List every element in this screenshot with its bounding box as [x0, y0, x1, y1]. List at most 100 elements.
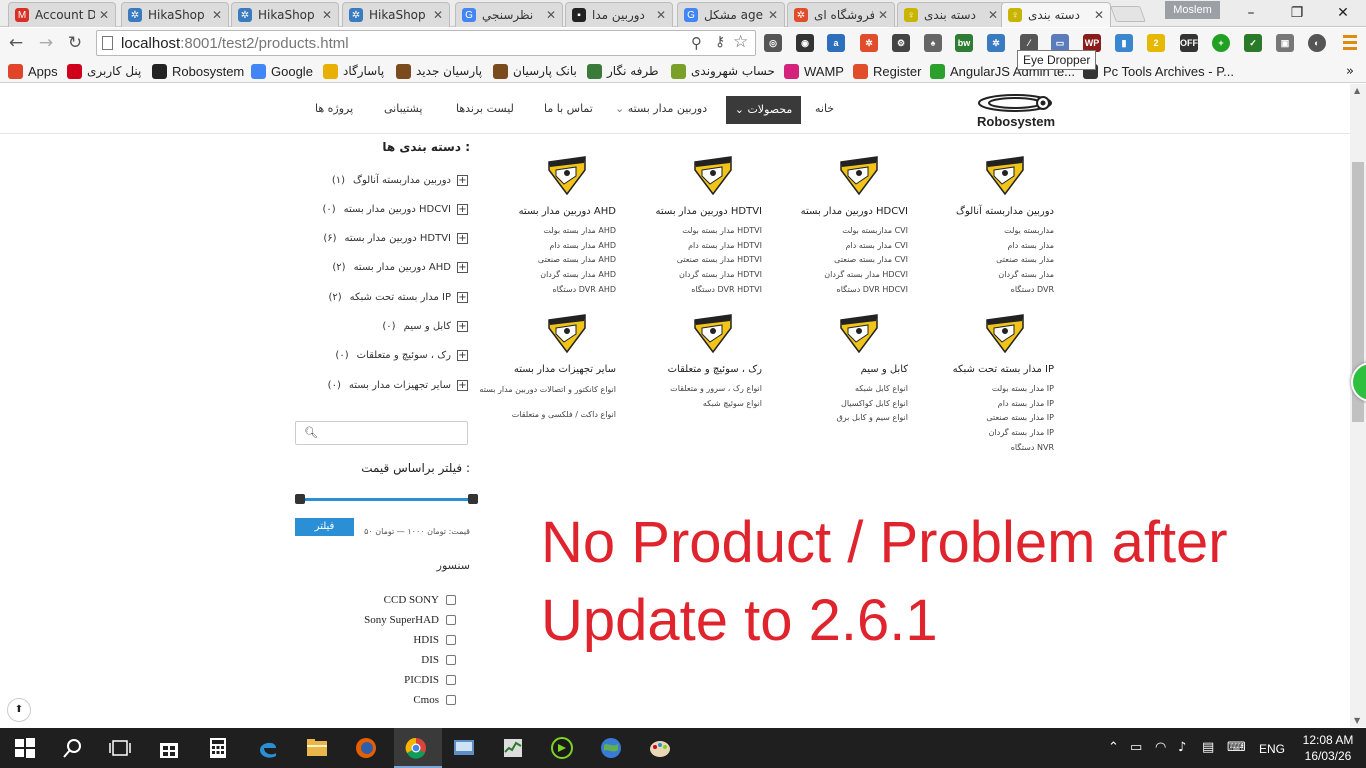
subcategory-link[interactable]: دستگاه NVR: [904, 443, 1054, 452]
close-icon[interactable]: ✕: [656, 8, 666, 22]
minimize-icon[interactable]: –: [1228, 0, 1274, 26]
sensor-option[interactable]: HDIS: [330, 632, 456, 648]
sensor-option[interactable]: Cmos: [330, 692, 456, 708]
chrome-icon[interactable]: [404, 736, 428, 760]
subcategory-link[interactable]: مدار بسته صنعتی IP: [904, 413, 1054, 422]
task-view-icon[interactable]: [108, 736, 132, 760]
network-globe-icon[interactable]: [599, 736, 623, 760]
close-icon[interactable]: ✕: [322, 8, 332, 22]
subcategory-link[interactable]: مدار بسته گردان IP: [904, 428, 1054, 437]
browser-tab[interactable]: ✲ HikaShop - ✕: [121, 2, 229, 27]
search-input[interactable]: 🔍︎: [295, 421, 468, 445]
extension-check-icon[interactable]: ✓: [1244, 34, 1262, 52]
sensor-option[interactable]: DIS: [330, 652, 456, 668]
green-app-icon[interactable]: [550, 736, 574, 760]
close-icon[interactable]: ✕: [546, 8, 556, 22]
keyboard-icon[interactable]: ⌨: [1227, 740, 1246, 755]
camera-mascot-icon[interactable]: [984, 312, 1026, 354]
sidebar-category[interactable]: (۶) دوربین مدار بسته HDTVI +: [300, 231, 468, 247]
new-tab-button[interactable]: [1110, 6, 1146, 22]
address-bar[interactable]: localhost:8001/test2/products.html ⚲ ⚷ ☆: [96, 30, 756, 56]
back-arrow-icon[interactable]: ←: [4, 32, 28, 54]
scroll-up-icon[interactable]: ▲: [1354, 86, 1360, 95]
subcategory-link[interactable]: مدار بسته دام CVI: [758, 241, 908, 250]
subcategory-link[interactable]: مدار بسته گردان: [904, 270, 1054, 279]
subcategory-link[interactable]: انواع سوئیچ شبکه: [612, 399, 762, 408]
extension-camera-icon[interactable]: ◉: [796, 34, 814, 52]
browser-tab[interactable]: G مشكل age ✕: [677, 2, 785, 27]
wifi-icon[interactable]: ◠: [1155, 740, 1166, 755]
bookmark-item[interactable]: پارسیان جدید: [396, 61, 482, 81]
bookmark-item[interactable]: Robosystem: [152, 61, 244, 81]
tray-battery-icon[interactable]: ▭: [1130, 740, 1142, 755]
sensor-checkbox[interactable]: [446, 595, 456, 605]
subcategory-link[interactable]: مدار بسته دام: [904, 241, 1054, 250]
expand-plus-icon[interactable]: +: [457, 350, 468, 362]
sensor-checkbox[interactable]: [446, 695, 456, 705]
subcategory-link[interactable]: مدار بسته گردان HDCVI: [758, 270, 908, 279]
sidebar-category[interactable]: (۰) سایر تجهیزات مدار بسته +: [300, 377, 468, 393]
extension-film-icon[interactable]: ◎: [764, 34, 782, 52]
subcategory-link[interactable]: مدار بسته صنعتی AHD: [466, 255, 616, 264]
key-icon[interactable]: ⚷: [715, 34, 725, 50]
subcategory-link[interactable]: مدار بسته صنعتی HDTVI: [612, 255, 762, 264]
subcategory-link[interactable]: مداربسته بولت CVI: [758, 226, 908, 235]
sensor-checkbox[interactable]: [446, 675, 456, 685]
extension-chart-icon[interactable]: ▮: [1115, 34, 1133, 52]
url-text[interactable]: localhost:8001/test2/products.html: [121, 35, 349, 52]
extension-bw-icon[interactable]: bw: [955, 34, 973, 52]
subcategory-link[interactable]: انواع رک ، سرور و متعلقات: [612, 384, 762, 393]
browser-tab[interactable]: G نظرسنجي ✕: [455, 2, 563, 27]
subcategory-link[interactable]: مدار بسته بولت HDTVI: [612, 226, 762, 235]
extension-gear-icon[interactable]: ⚙: [892, 34, 910, 52]
calculator-icon[interactable]: [206, 736, 230, 760]
extension-amazon-icon[interactable]: a: [827, 34, 845, 52]
sensor-option[interactable]: CCD SONY: [330, 592, 456, 608]
close-icon[interactable]: ✕: [988, 8, 998, 22]
zoom-icon[interactable]: ⚲: [691, 34, 702, 52]
subcategory-link[interactable]: مدار بسته صنعتی: [904, 255, 1054, 264]
sensor-option[interactable]: PICDIS: [330, 672, 456, 688]
volume-icon[interactable]: ♪: [1178, 740, 1186, 755]
reload-icon[interactable]: ↻: [63, 32, 87, 54]
nav-brands[interactable]: لیست برندها: [456, 102, 514, 115]
bookmark-item[interactable]: طرفه نگار: [587, 61, 659, 81]
close-icon[interactable]: ✕: [433, 8, 443, 22]
tab-active[interactable]: ♀ دسته بندی ✕: [1001, 2, 1111, 27]
subcategory-link[interactable]: مدار بسته بولت IP: [904, 384, 1054, 393]
expand-plus-icon[interactable]: +: [457, 174, 468, 186]
nav-cctv[interactable]: ⌄ دوربین مدار بسته: [615, 102, 707, 115]
windows-start-icon[interactable]: [13, 736, 37, 760]
subcategory-link[interactable]: انواع کابل شبکه: [758, 384, 908, 393]
extension-plus-icon[interactable]: +: [1212, 34, 1230, 52]
nav-support[interactable]: پشتیبانی: [384, 102, 422, 115]
sensor-checkbox[interactable]: [446, 655, 456, 665]
input-language[interactable]: ENG: [1259, 742, 1285, 756]
sidebar-category[interactable]: (۲) دوربین مدار بسته AHD +: [300, 260, 468, 276]
browser-tab[interactable]: ✲ HikaShop - ✕: [342, 2, 450, 27]
chrome-menu-icon[interactable]: [1340, 32, 1360, 54]
notification-icon[interactable]: ▤: [1202, 740, 1214, 755]
browser-tab[interactable]: ♀ دسته بندی ✕: [897, 2, 1005, 27]
subcategory-link[interactable]: انواع کانکتور و اتصالات دوربین مدار بسته: [466, 384, 616, 396]
subcategory-link[interactable]: مدار بسته گردان AHD: [466, 270, 616, 279]
subcategory-link[interactable]: مدار بسته گردان HDTVI: [612, 270, 762, 279]
nav-contact[interactable]: تماس با ما: [544, 102, 593, 115]
extension-globe-icon[interactable]: ◐: [1308, 34, 1326, 52]
window-close-icon[interactable]: ✕: [1320, 0, 1366, 26]
subcategory-link[interactable]: دستگاه DVR HDCVI: [758, 285, 908, 294]
tray-chevron-up-icon[interactable]: ⌃: [1108, 740, 1119, 755]
bookmark-item[interactable]: Google: [251, 61, 313, 81]
close-icon[interactable]: ✕: [212, 8, 222, 22]
subcategory-link[interactable]: مدار بسته بولت AHD: [466, 226, 616, 235]
subcategory-link[interactable]: مدار بسته دام IP: [904, 399, 1054, 408]
sidebar-category[interactable]: (۱) دوربین مداربسته آنالوگ +: [300, 172, 468, 188]
profile-button[interactable]: Moslem: [1165, 1, 1220, 19]
extension-owl-icon[interactable]: ♠: [924, 34, 942, 52]
browser-tab[interactable]: ✲ فروشگاه ای ✕: [787, 2, 895, 27]
sensor-option[interactable]: Sony SuperHAD: [330, 612, 456, 628]
bookmark-item[interactable]: Register: [853, 61, 921, 81]
page-scrollbar[interactable]: ▲ ▼: [1350, 84, 1366, 727]
camera-mascot-icon[interactable]: [838, 312, 880, 354]
extension-hika-icon[interactable]: ✲: [987, 34, 1005, 52]
